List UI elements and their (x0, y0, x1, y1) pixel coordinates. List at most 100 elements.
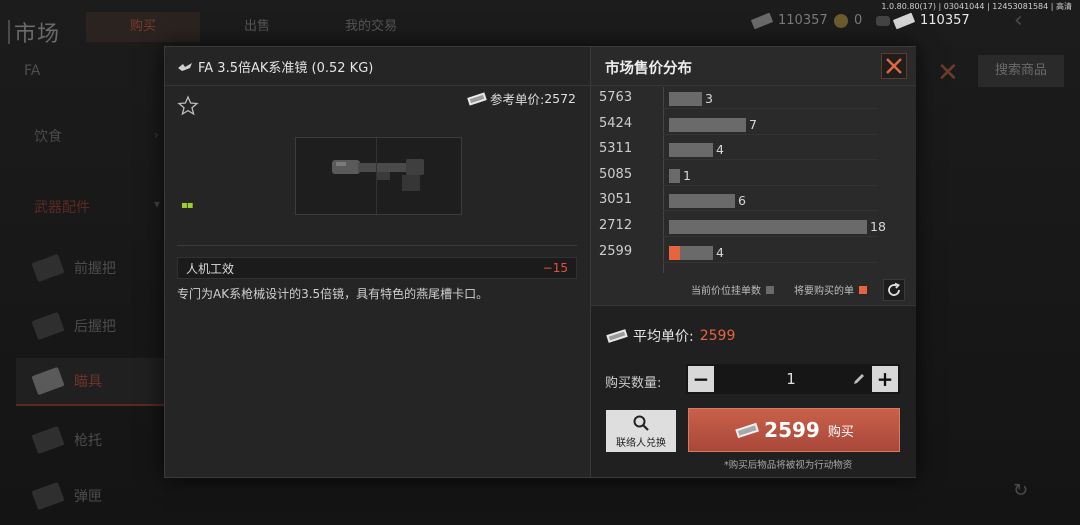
item-description: 专门为AK系枪械设计的3.5倍镜，具有特色的燕尾槽卡口。 (177, 287, 489, 301)
stat-name: 人机工效 (186, 261, 235, 276)
cash-icon (466, 91, 488, 106)
stock-icon (31, 425, 65, 455)
category-weapon-parts[interactable]: 武器配件 (34, 197, 90, 217)
grid-line (663, 133, 878, 135)
price-tick-label: 5085 (599, 166, 633, 182)
market-title: 市场 (7, 16, 60, 48)
purchase-note: *购买后物品将被视为行动物资 (724, 460, 853, 471)
listing-bar (669, 117, 746, 132)
foregrip-icon (31, 253, 65, 283)
grid-line (663, 184, 878, 186)
price-tick-label: 5424 (599, 115, 633, 131)
bar-count-label: 3 (705, 91, 713, 106)
purchase-dialog: FA 3.5倍AK系准镜 (0.52 KG) 参考单价: 2572 ▪▪ 人机工… (164, 46, 916, 478)
contact-exchange-button[interactable]: 联络人兑换 (606, 410, 676, 452)
ref-price-value: 2572 (544, 91, 576, 106)
decrease-quantity-button[interactable]: − (688, 366, 714, 392)
version-string: 1.0.80.80(17) | 03041044 | 12453081584 |… (881, 2, 1072, 11)
my-order-bar (669, 245, 680, 260)
divider (165, 85, 590, 86)
grid-line (663, 261, 878, 263)
search-button[interactable]: 搜索商品 (978, 55, 1064, 87)
quantity-input[interactable]: 1 (716, 364, 866, 394)
edit-pencil-icon[interactable] (852, 372, 866, 386)
price-tick-label: 2712 (599, 218, 633, 233)
sidebar-item-foregrip[interactable]: 前握把 (16, 244, 166, 292)
grid-line (663, 236, 878, 237)
bar-count-label: 1 (683, 167, 691, 183)
price-distribution-chart: 5763 3 5424 7 5311 4 5085 1 3051 6 2712 18 2599 4 (591, 87, 916, 275)
grid-line (663, 210, 878, 212)
magazine-icon (31, 481, 65, 511)
item-name: FA 3.5倍AK系准镜 (0.52 KG) (198, 61, 374, 76)
price-tick-label: 5311 (599, 141, 633, 157)
sidebar-item-magazine[interactable]: 弹匣 (16, 472, 166, 520)
listing-bar (669, 92, 702, 106)
category-food[interactable]: 饮食 (34, 126, 62, 146)
item-title: FA 3.5倍AK系准镜 (0.52 KG) (177, 57, 373, 76)
bar-count-label: 7 (749, 116, 757, 132)
rear-grip-icon (31, 311, 65, 341)
avg-price-label: 平均单价: (633, 329, 694, 345)
listing-bar (669, 168, 680, 183)
chevron-right-icon: › (154, 128, 159, 142)
search-input[interactable]: FA (24, 63, 40, 79)
contact-exchange-label: 联络人兑换 (616, 438, 666, 449)
coin-icon (834, 13, 848, 28)
bar-count-label: 18 (870, 219, 886, 234)
grid-line (663, 159, 878, 161)
divider (177, 245, 577, 246)
cash-icon (892, 12, 916, 29)
quantity-label: 购买数量: (605, 376, 662, 391)
clear-search-icon[interactable]: ✕ (937, 58, 959, 88)
buy-price: 2599 (764, 418, 820, 442)
cash-icon (605, 328, 629, 344)
sidebar-item-sights[interactable]: 瞄具 (16, 358, 166, 406)
currency-cash-bg: 110357 (750, 12, 828, 29)
listing-bar (669, 143, 713, 158)
refresh-icon[interactable] (883, 279, 905, 301)
wallet-icon (876, 15, 890, 26)
buy-label: 购买 (827, 424, 854, 440)
tab-sell[interactable]: 出售 (200, 12, 314, 42)
stat-value: −15 (542, 261, 568, 275)
scope-image (332, 159, 424, 191)
reference-price: 参考单价: 2572 (466, 89, 576, 108)
chart-axis (663, 87, 664, 273)
legend-current-swatch (766, 285, 774, 294)
quality-indicator: ▪▪ (181, 200, 194, 211)
market-tabs: 购买 出售 我的交易 (86, 12, 428, 42)
avg-price-value: 2599 (699, 328, 736, 344)
tab-my-trades[interactable]: 我的交易 (314, 12, 428, 42)
tab-buy[interactable]: 购买 (86, 12, 200, 42)
ref-price-label: 参考单价: (489, 92, 545, 107)
quantity-stepper: − 1 + (686, 364, 900, 394)
price-distribution-pane: 市场售价分布 5763 3 5424 7 5311 4 5085 1 3051 6 2712 18 25… (590, 47, 916, 477)
purchase-panel: 平均单价: 2599 购买数量: − 1 + 联络人兑换 2599 购买 *购买… (591, 305, 916, 477)
sidebar-item-rear-grip[interactable]: 后握把 (16, 302, 166, 350)
cash-icon (750, 12, 774, 29)
refresh-list-icon[interactable]: ↻ (1013, 480, 1028, 501)
price-tick-label: 3051 (599, 192, 633, 208)
stat-ergonomics: 人机工效 −15 (177, 257, 577, 279)
item-image (295, 137, 462, 215)
listing-bar (669, 220, 867, 234)
currency-cash-main: 110357 (876, 12, 970, 29)
item-detail-pane: FA 3.5倍AK系准镜 (0.52 KG) 参考单价: 2572 ▪▪ 人机工… (165, 47, 590, 477)
favorite-star-icon[interactable] (177, 95, 199, 117)
legend-current-label: 当前价位挂单数 (691, 286, 761, 297)
currency-coins: 0 (834, 13, 862, 28)
bar-count-label: 4 (716, 244, 724, 260)
search-icon (632, 414, 650, 432)
legend-mine-label: 将要购买的单 (794, 286, 854, 297)
increase-quantity-button[interactable]: + (872, 366, 898, 392)
buy-button[interactable]: 2599 购买 (688, 408, 900, 452)
divider (591, 85, 916, 86)
cash-icon (734, 421, 760, 439)
chart-legend: 当前价位挂单数 将要购买的单 (691, 282, 867, 297)
listing-bar (669, 194, 735, 209)
scope-icon (177, 62, 193, 72)
sidebar-item-stock[interactable]: 枪托 (16, 416, 166, 464)
grid-line (663, 108, 878, 109)
close-icon[interactable] (881, 53, 907, 79)
